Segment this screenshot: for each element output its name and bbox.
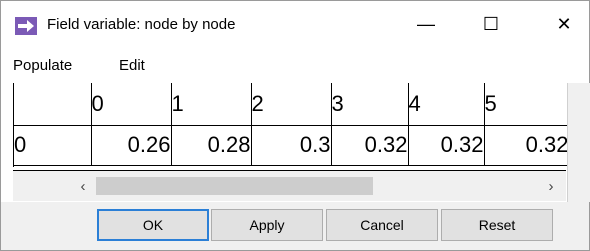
- table-header-row: 0 1 2 3 4 5: [14, 83, 570, 126]
- table-row: 0 0.26 0.28 0.3 0.32 0.32 0.32: [14, 125, 570, 166]
- table-cell[interactable]: 0.32: [408, 125, 485, 166]
- table-cell[interactable]: 0.3: [251, 125, 332, 166]
- table-cell[interactable]: 0.32: [484, 125, 570, 166]
- column-header[interactable]: 1: [171, 83, 252, 126]
- button-bar: OK Apply Cancel Reset: [1, 202, 589, 250]
- ok-button[interactable]: OK: [97, 209, 209, 241]
- arrow-right-icon: [15, 17, 37, 35]
- menu-bar: Populate Edit: [1, 47, 589, 83]
- scroll-right-icon[interactable]: ›: [541, 175, 561, 197]
- maximize-icon: ☐: [482, 13, 500, 34]
- column-header[interactable]: 5: [484, 83, 570, 126]
- cancel-button[interactable]: Cancel: [326, 209, 438, 241]
- reset-button[interactable]: Reset: [441, 209, 553, 241]
- data-table: 0 1 2 3 4 5 0 0.26 0.28 0.3 0.32 0.32 0.…: [13, 83, 570, 167]
- scroll-left-icon[interactable]: ‹: [73, 175, 93, 197]
- scrollbar-thumb[interactable]: [96, 177, 373, 195]
- menu-item-populate[interactable]: Populate: [13, 57, 72, 74]
- column-header[interactable]: 3: [331, 83, 409, 126]
- column-header[interactable]: 2: [251, 83, 332, 126]
- table-cell[interactable]: 0.32: [331, 125, 409, 166]
- table-area: 0 1 2 3 4 5 0 0.26 0.28 0.3 0.32 0.32 0.…: [1, 83, 590, 202]
- minimize-icon: —: [417, 13, 435, 34]
- apply-button[interactable]: Apply: [211, 209, 323, 241]
- corner-cell: [14, 83, 92, 126]
- window-title: Field variable: node by node: [47, 16, 236, 33]
- column-header[interactable]: 4: [408, 83, 485, 126]
- menu-item-edit[interactable]: Edit: [119, 57, 145, 74]
- horizontal-scrollbar[interactable]: ‹ ›: [13, 170, 566, 201]
- maximize-button[interactable]: ☐: [468, 1, 514, 47]
- vertical-scrollbar[interactable]: [567, 83, 590, 202]
- table-cell[interactable]: 0.26: [91, 125, 172, 166]
- minimize-button[interactable]: —: [403, 1, 449, 47]
- close-button[interactable]: ✕: [541, 1, 587, 47]
- dialog-window: Field variable: node by node — ☐ ✕ Popul…: [0, 0, 590, 251]
- row-header[interactable]: 0: [14, 125, 92, 166]
- table-cell[interactable]: 0.28: [171, 125, 252, 166]
- column-header[interactable]: 0: [91, 83, 172, 126]
- close-icon: ✕: [556, 13, 572, 34]
- title-bar[interactable]: Field variable: node by node — ☐ ✕: [1, 1, 589, 47]
